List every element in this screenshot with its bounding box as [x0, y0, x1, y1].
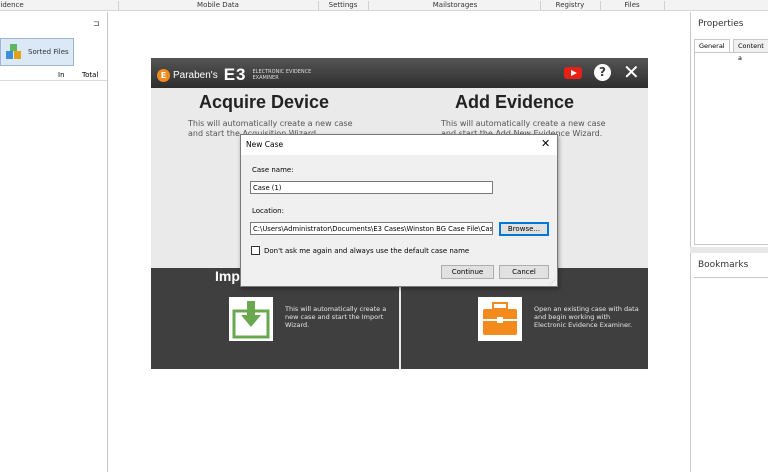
tab-separator	[600, 1, 601, 10]
new-case-dialog: New Case ✕ Case name: Case (1) Location:…	[240, 134, 558, 287]
import-icon	[229, 297, 273, 341]
welcome-header: E Paraben's E3 ELECTRONIC EVIDENCE EXAMI…	[151, 58, 648, 88]
tab-content[interactable]: Content a	[733, 39, 768, 62]
brand-subtitle: ELECTRONIC EVIDENCE EXAMINER	[252, 69, 312, 81]
default-name-checkbox-label[interactable]: Don't ask me again and always use the de…	[264, 247, 469, 255]
sorted-files-icon	[4, 42, 24, 62]
tab-separator	[318, 1, 319, 10]
column-header: In Total	[0, 70, 107, 81]
import-title: Imp	[215, 268, 240, 284]
add-evidence-title[interactable]: Add Evidence	[455, 92, 574, 113]
tab-registry[interactable]: Registry	[545, 0, 595, 11]
properties-panel: Properties General Content a	[690, 12, 768, 247]
paraben-logo-icon: E	[157, 68, 170, 82]
close-icon[interactable]: ✕	[541, 137, 550, 150]
resize-grip-icon[interactable]: ⋰	[549, 279, 555, 286]
divider	[694, 277, 768, 278]
tab-separator	[664, 1, 665, 10]
bookmarks-panel: Bookmarks	[690, 253, 768, 472]
default-name-checkbox[interactable]	[251, 246, 260, 255]
column-in[interactable]: In	[58, 71, 65, 79]
continue-button[interactable]: Continue	[441, 265, 494, 279]
column-total[interactable]: Total	[82, 71, 98, 79]
tab-separator	[368, 1, 369, 10]
open-case-desc: Open an existing case with data and begi…	[534, 305, 639, 329]
case-name-label: Case name:	[252, 166, 294, 174]
youtube-icon[interactable]	[564, 67, 582, 79]
location-label: Location:	[252, 207, 284, 215]
case-name-input[interactable]: Case (1)	[250, 181, 493, 194]
help-icon[interactable]: ?	[594, 64, 611, 81]
tab-mailstorages[interactable]: Mailstorages	[415, 0, 495, 11]
bookmarks-title: Bookmarks	[698, 260, 749, 270]
properties-tabs: General Content a	[694, 39, 768, 62]
tab-general[interactable]: General	[694, 39, 730, 52]
tab-settings[interactable]: Settings	[320, 0, 366, 11]
brand-name: Paraben's	[173, 69, 218, 81]
tab-separator	[118, 1, 119, 10]
acquire-device-title[interactable]: Acquire Device	[199, 92, 329, 113]
dialog-titlebar: New Case ✕	[241, 135, 557, 155]
cancel-button[interactable]: Cancel	[499, 265, 549, 279]
dialog-title: New Case	[246, 140, 284, 149]
briefcase-icon	[478, 297, 522, 341]
sorted-files-label: Sorted Files	[28, 48, 69, 56]
brand-product: E3	[223, 65, 247, 84]
browse-button[interactable]: Browse...	[499, 222, 549, 236]
location-input[interactable]: C:\Users\Administrator\Documents\E3 Case…	[250, 222, 493, 235]
tab-files[interactable]: Files	[615, 0, 649, 11]
sorted-files-button[interactable]: Sorted Files	[0, 38, 74, 66]
pin-icon[interactable]: ⊐	[93, 19, 100, 28]
properties-title: Properties	[698, 19, 744, 29]
tab-evidence[interactable]: vidence	[0, 0, 24, 11]
brand: E Paraben's E3 ELECTRONIC EVIDENCE EXAMI…	[157, 65, 323, 85]
properties-body	[694, 52, 768, 245]
tab-separator	[540, 1, 541, 10]
left-panel: ⊐ Sorted Files In Total	[0, 12, 108, 472]
close-icon[interactable]: ✕	[623, 62, 640, 82]
tab-mobile-data[interactable]: Mobile Data	[180, 0, 256, 11]
import-desc: This will automatically create a new cas…	[285, 305, 387, 329]
top-tab-strip: vidence Mobile Data Settings Mailstorage…	[0, 0, 768, 11]
